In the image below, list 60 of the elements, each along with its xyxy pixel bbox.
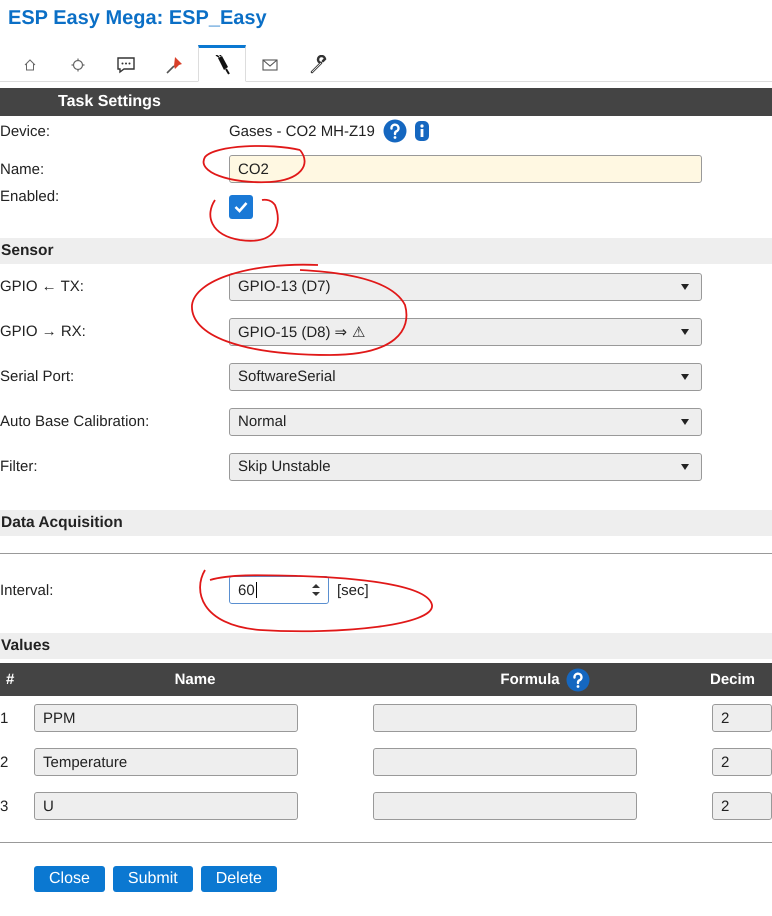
- help-icon: [382, 119, 407, 143]
- formula-field[interactable]: [373, 704, 637, 732]
- unit-label: [sec]: [337, 582, 369, 598]
- field-label: GPIO → RX:: [0, 323, 87, 340]
- home-icon: [23, 58, 37, 72]
- value-name-field[interactable]: PPM: [34, 704, 298, 732]
- field-label: Serial Port:: [0, 368, 76, 385]
- row-number: 3: [0, 798, 10, 814]
- dropdown-caret-icon: [681, 464, 689, 470]
- row-number: 2: [0, 754, 10, 770]
- formula-field[interactable]: [373, 748, 637, 776]
- column-header: Formula: [500, 671, 560, 688]
- checkmark-icon: [234, 201, 248, 213]
- dropdown-caret-icon: [681, 328, 689, 334]
- panel-title: Task Settings: [58, 93, 161, 111]
- nav-tab[interactable]: [198, 45, 246, 82]
- speech-bubble-icon: [116, 56, 136, 74]
- dropdown-caret-icon: [681, 418, 689, 424]
- section-header: Data Acquisition: [0, 510, 772, 536]
- section-header: Sensor: [0, 238, 772, 264]
- value-name-field[interactable]: U: [34, 792, 298, 820]
- form-button[interactable]: Close: [34, 866, 105, 892]
- dropdown[interactable]: Skip Unstable: [229, 452, 702, 480]
- pushpin-icon: [164, 54, 184, 74]
- name-field[interactable]: CO2: [229, 155, 702, 183]
- enabled-checkbox[interactable]: [229, 195, 253, 219]
- help-icon: [566, 668, 590, 692]
- decimals-field[interactable]: 2: [712, 704, 772, 732]
- interval-field[interactable]: 60: [229, 576, 329, 604]
- field-label: Filter:: [0, 458, 38, 475]
- dropdown[interactable]: Normal: [229, 408, 702, 436]
- field-label: Name:: [0, 160, 46, 178]
- dropdown-caret-icon: [681, 284, 689, 290]
- field-label: Interval:: [0, 582, 54, 598]
- formula-field[interactable]: [373, 792, 637, 820]
- field-label: Device:: [0, 122, 52, 140]
- info-icon: [414, 121, 429, 141]
- field-label: GPIO ← TX:: [0, 278, 85, 295]
- value-name-field[interactable]: Temperature: [34, 748, 298, 776]
- wrench-icon: [308, 54, 328, 74]
- decimals-field[interactable]: 2: [712, 792, 772, 820]
- dropdown-caret-icon: [681, 374, 689, 380]
- section-header: Values: [0, 633, 772, 659]
- dropdown[interactable]: SoftwareSerial: [229, 362, 702, 390]
- device-name: Gases - CO2 MH-Z19: [229, 122, 375, 140]
- row-number: 1: [0, 710, 10, 726]
- field-label: Enabled:: [0, 188, 60, 205]
- field-label: Auto Base Calibration:: [0, 413, 150, 430]
- form-button[interactable]: Delete: [200, 866, 277, 892]
- plug-icon: [213, 54, 231, 74]
- envelope-icon: [262, 58, 278, 70]
- decimals-field[interactable]: 2: [712, 748, 772, 776]
- dropdown[interactable]: GPIO-15 (D8) ⇒ ⚠: [229, 318, 702, 346]
- form-button[interactable]: Submit: [112, 866, 193, 892]
- page-title: ESP Easy Mega: ESP_Easy: [8, 7, 267, 30]
- column-header: Name: [174, 671, 216, 688]
- spinner-icon: [312, 583, 320, 597]
- dropdown[interactable]: GPIO-13 (D7): [229, 272, 702, 300]
- column-header: Decim: [710, 671, 756, 688]
- column-header: #: [5, 671, 16, 688]
